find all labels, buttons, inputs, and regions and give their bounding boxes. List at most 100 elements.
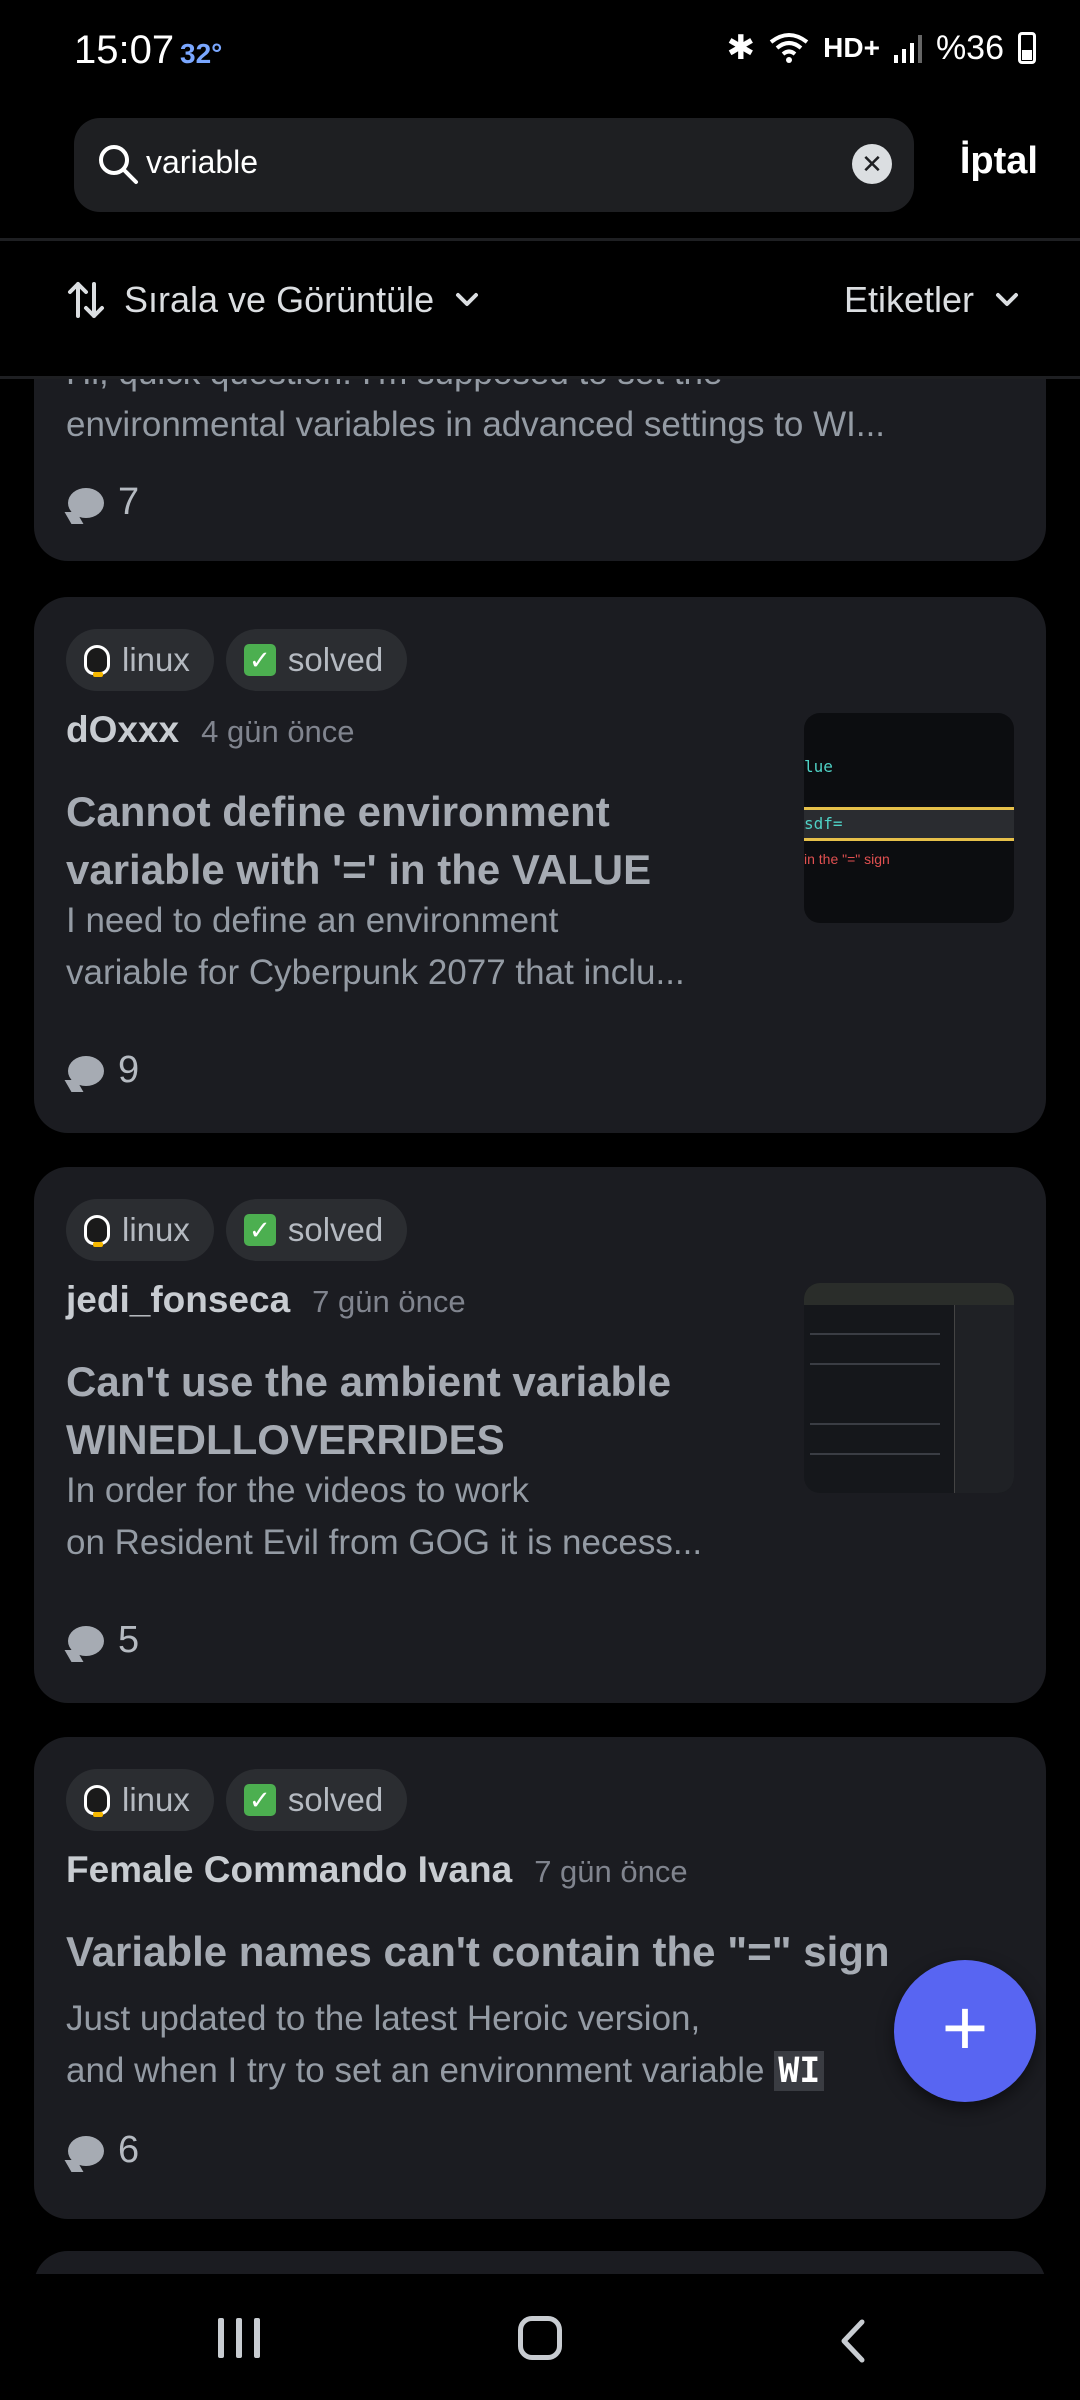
tag-linux: linux: [66, 1199, 214, 1261]
penguin-icon: [84, 1785, 110, 1817]
search-query: variable: [146, 144, 259, 180]
checkmark-icon: ✓: [243, 644, 276, 676]
preview-text: and when I try to set an environment var…: [66, 2051, 765, 2090]
post-title: Cannot define environment variable with …: [66, 783, 651, 899]
thumb-header: [804, 1283, 1014, 1305]
clear-icon[interactable]: ✕: [852, 144, 892, 184]
chevron-down-icon: [996, 293, 1018, 306]
thumb-line: [810, 1333, 940, 1335]
tag-solved: ✓ solved: [225, 1769, 408, 1831]
post-preview: Just updated to the latest Heroic versio…: [66, 1993, 1006, 2097]
comment-count-value: 9: [118, 1049, 140, 1091]
checkmark-icon: ✓: [243, 1784, 276, 1816]
battery-icon: [1018, 32, 1036, 64]
tags-filter-button[interactable]: Etiketler: [844, 279, 1022, 321]
status-time: 15:07: [74, 28, 175, 72]
post-preview: environmental variables in advanced sett…: [66, 405, 886, 444]
sort-arrows-icon: [68, 282, 104, 318]
post-card[interactable]: linux ✓ solved dOxxx 4 gün önce Cannot d…: [34, 597, 1046, 1133]
status-temperature: 32°: [180, 38, 223, 69]
post-time: 7 gün önce: [312, 1284, 466, 1319]
thumb-line: [810, 1423, 940, 1425]
tag-solved: ✓ solved: [225, 1199, 408, 1261]
tag-label: solved: [287, 1211, 384, 1248]
plus-icon: +: [941, 1983, 989, 2072]
thumb-text: lue: [804, 757, 833, 776]
recent-apps-icon[interactable]: [218, 2318, 260, 2358]
tag-linux: linux: [66, 1769, 214, 1831]
post-title: Variable names can't contain the "=" sig…: [66, 1923, 890, 1981]
post-preview-line: In order for the videos to work: [66, 1471, 529, 1510]
post-preview-line: and when I try to set an environment var…: [66, 2045, 1006, 2097]
post-preview: I need to define an environment variable…: [66, 895, 786, 999]
comment-bubble-icon: [68, 1625, 104, 1656]
post-time: 7 gün önce: [534, 1854, 688, 1889]
comment-bubble-icon: [68, 1055, 104, 1086]
thumb-text: in the "=" sign: [804, 851, 890, 867]
cancel-button[interactable]: İptal: [960, 140, 1038, 183]
post-preview-line: Just updated to the latest Heroic versio…: [66, 1999, 701, 2038]
post-card[interactable]: [34, 2251, 1046, 2274]
post-tags: linux ✓ solved: [66, 1769, 408, 1831]
status-bar: 15:07 32° ✱ HD+ %36: [0, 0, 1080, 110]
tag-solved: ✓ solved: [225, 629, 408, 691]
hd-voice-icon: HD+: [823, 32, 880, 63]
thumb-line: [810, 1363, 940, 1365]
tag-label: solved: [287, 1781, 384, 1818]
wifi-icon: [769, 33, 809, 63]
chevron-down-icon: [456, 293, 479, 306]
post-preview-line: variable for Cyberpunk 2077 that inclu..…: [66, 953, 685, 992]
search-input[interactable]: variable ✕: [74, 118, 914, 212]
home-icon[interactable]: [518, 2316, 562, 2360]
bluetooth-icon: ✱: [726, 29, 756, 67]
penguin-icon: [84, 645, 110, 677]
post-thumbnail[interactable]: lue sdf= in the "=" sign: [804, 713, 1014, 923]
post-preview-line: I need to define an environment: [66, 901, 559, 940]
system-nav-bar: [0, 2274, 1080, 2400]
thumb-panel: [954, 1305, 1014, 1493]
checkmark-icon: ✓: [243, 1214, 276, 1246]
battery-percent: %36: [935, 28, 1004, 67]
post-thumbnail[interactable]: [804, 1283, 1014, 1493]
comment-bubble-icon: [68, 2135, 104, 2166]
thumb-text: sdf=: [804, 807, 1014, 841]
inline-code: WI: [774, 2051, 825, 2091]
post-author: Female Commando Ivana: [66, 1849, 513, 1890]
post-card[interactable]: linux ✓ solved jedi_fonseca 7 gün önce C…: [34, 1167, 1046, 1703]
sort-and-view-button[interactable]: Sırala ve Görüntüle: [66, 279, 482, 321]
post-title-line: Can't use the ambient variable: [66, 1358, 672, 1405]
comment-count: 6: [68, 2129, 139, 2172]
post-card[interactable]: linux ✓ solved Female Commando Ivana 7 g…: [34, 1737, 1046, 2219]
comment-count: 7: [68, 481, 139, 524]
status-icons: ✱ HD+ %36: [727, 28, 1036, 68]
comment-count: 9: [68, 1049, 139, 1092]
post-author: jedi_fonseca: [66, 1279, 291, 1320]
tag-label: linux: [122, 1211, 190, 1248]
tag-label: solved: [287, 641, 384, 678]
post-meta: Female Commando Ivana 7 gün önce: [66, 1849, 688, 1891]
search-icon: [99, 145, 138, 184]
tags-label: Etiketler: [843, 279, 974, 320]
post-tags: linux ✓ solved: [66, 1199, 408, 1261]
comment-count-value: 7: [118, 481, 140, 523]
post-title-line: WINEDLLOVERRIDES: [66, 1416, 505, 1463]
sort-label: Sırala ve Görüntüle: [124, 279, 435, 320]
post-author: dOxxx: [66, 709, 180, 750]
comment-count-value: 5: [118, 1619, 140, 1661]
post-title-line: Variable names can't contain the "=" sig…: [66, 1928, 890, 1975]
post-card[interactable]: Hi, quick question: I'm supposed to set …: [34, 379, 1046, 561]
post-meta: dOxxx 4 gün önce: [66, 709, 355, 751]
post-meta: jedi_fonseca 7 gün önce: [66, 1279, 466, 1321]
post-title: Can't use the ambient variable WINEDLLOV…: [66, 1353, 671, 1469]
tag-label: linux: [122, 1781, 190, 1818]
cell-signal-icon: [893, 33, 922, 63]
new-post-button[interactable]: +: [894, 1960, 1036, 2102]
post-tags: linux ✓ solved: [66, 629, 408, 691]
post-time: 4 gün önce: [201, 714, 355, 749]
penguin-icon: [84, 1215, 110, 1247]
comment-count-value: 6: [118, 2129, 140, 2171]
back-icon[interactable]: [836, 2318, 870, 2364]
filter-bar: Sırala ve Görüntüle Etiketler: [0, 241, 1080, 376]
post-title-line: variable with '=' in the VALUE: [66, 846, 652, 893]
comment-bubble-icon: [68, 487, 104, 518]
